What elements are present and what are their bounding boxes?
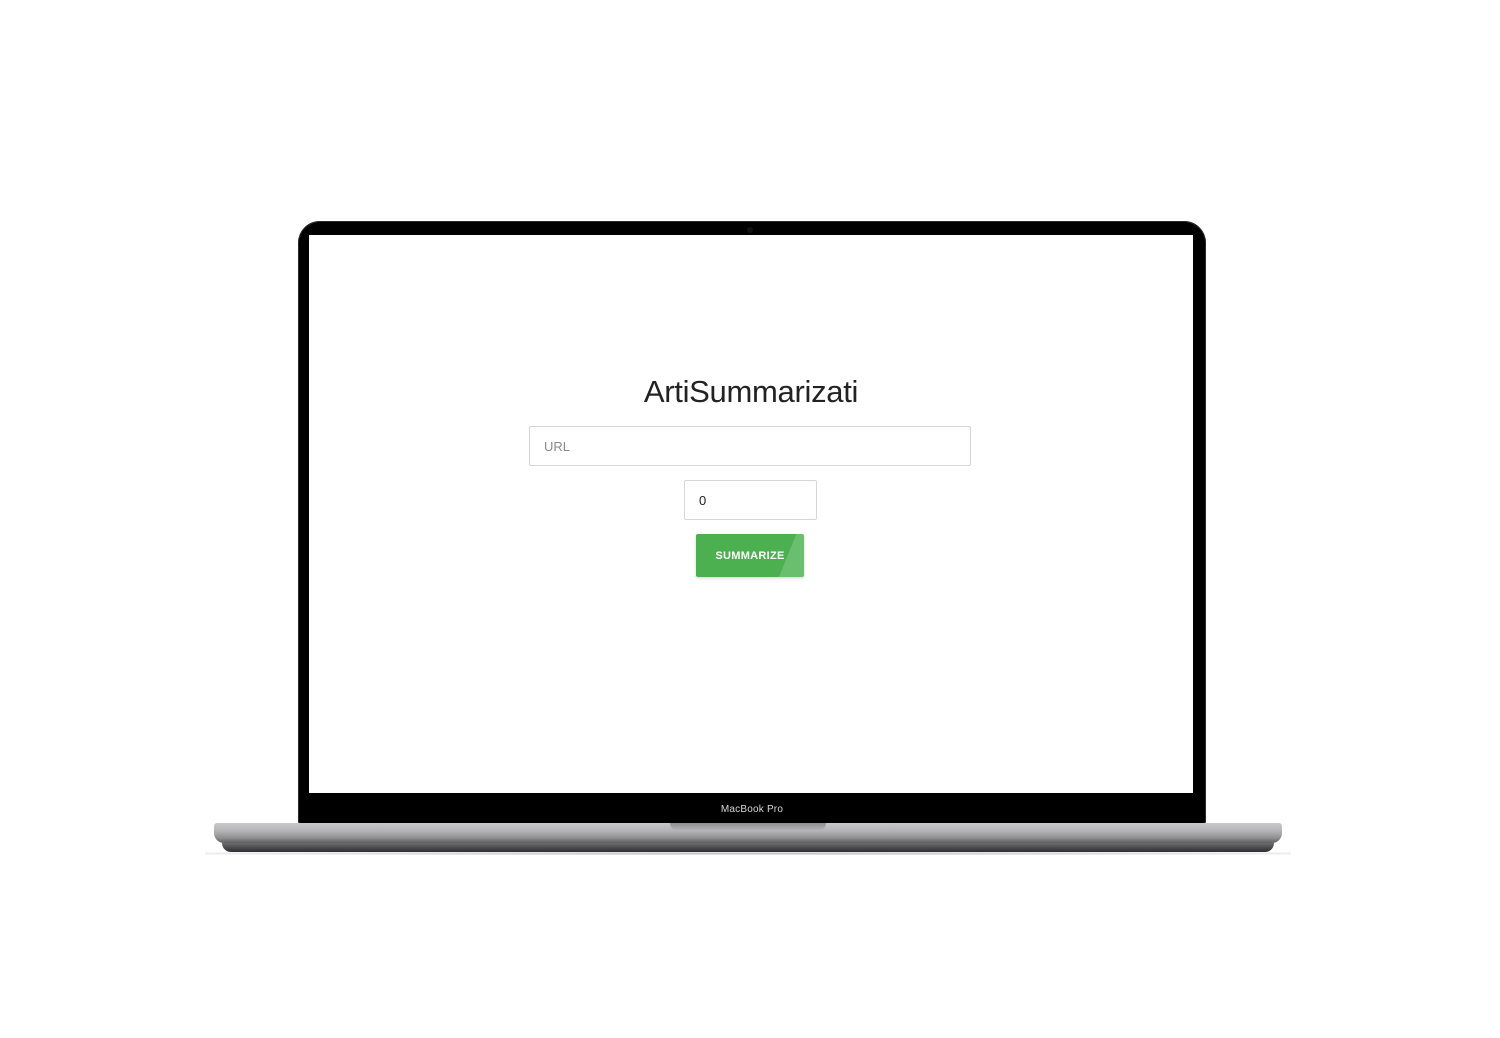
laptop-screen: ArtiSummarizati SUMMARIZE [309, 235, 1193, 793]
laptop-lid: ArtiSummarizati SUMMARIZE MacBook Pro [298, 221, 1206, 825]
laptop-base [214, 823, 1282, 843]
summarize-button[interactable]: SUMMARIZE [696, 534, 804, 577]
device-label: MacBook Pro [720, 804, 784, 815]
page-title: ArtiSummarizati [643, 374, 859, 409]
app-page: ArtiSummarizati SUMMARIZE [309, 235, 1193, 793]
sentence-count-input[interactable] [684, 480, 817, 520]
url-input[interactable] [529, 426, 971, 466]
floor-shadow [205, 852, 1291, 855]
lid-notch [670, 823, 826, 831]
laptop-base-underside [222, 843, 1274, 852]
camera-icon [747, 227, 753, 233]
mockup-stage: ArtiSummarizati SUMMARIZE MacBook Pro [0, 0, 1500, 1038]
